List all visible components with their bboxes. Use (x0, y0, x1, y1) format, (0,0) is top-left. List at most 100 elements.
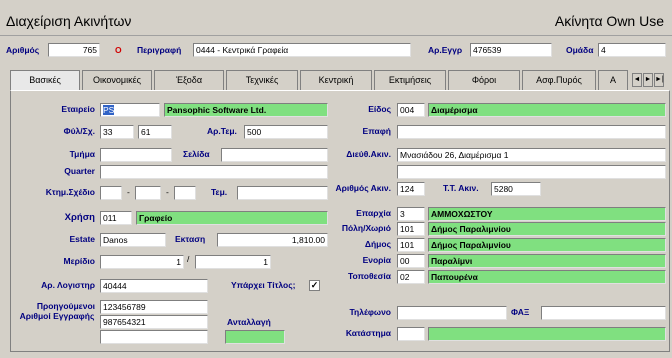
parish-label: Ενορία (362, 255, 391, 265)
reg-label: Αρ.Εγγρ (428, 45, 463, 55)
tab-valuations[interactable]: Εκτιμήσεις (374, 70, 446, 90)
section-field[interactable] (100, 148, 172, 162)
use-label: Χρήση (64, 212, 95, 223)
type-code-field[interactable]: 004 (397, 103, 425, 117)
plan-a-field[interactable] (100, 186, 122, 200)
number-label: Αριθμός (6, 45, 40, 55)
type-label: Είδος (368, 104, 391, 114)
city-label: Πόλη/Χωριό (341, 223, 391, 233)
tab-financial[interactable]: Οικονομικές (82, 70, 152, 90)
company-label: Εταιρείο (61, 104, 95, 114)
title-exists-checkbox[interactable]: ✓ (309, 280, 320, 291)
use-name-field: Γραφείο (136, 211, 328, 225)
description-field[interactable]: 0444 - Κεντρικά Γραφεία (193, 43, 411, 57)
sheet-b-field[interactable]: 61 (138, 125, 172, 139)
area-label: Εκταση (175, 234, 206, 244)
contact-label: Επαφή (362, 126, 391, 136)
store-label: Κατάστημα (345, 328, 391, 338)
app-title: Διαχείριση Ακινήτων (6, 13, 132, 29)
store-name-field (428, 327, 666, 341)
exchange-field (225, 330, 285, 344)
city-name-field: Δήμος Παραλιμνίου (428, 222, 666, 236)
plan-label: Κτημ.Σχέδιο (45, 187, 95, 197)
estate-label: Estate (69, 234, 95, 244)
parish-code-field[interactable]: 00 (397, 254, 425, 268)
basic-tab-panel: Εταιρείο PS Pansophic Software Ltd. Φύλ/… (10, 90, 670, 352)
postal-field[interactable]: 5280 (491, 182, 541, 196)
sheet-a-field[interactable]: 33 (100, 125, 134, 139)
regnum-extra-field[interactable] (100, 330, 208, 344)
fax-field[interactable] (541, 306, 666, 320)
fax-label: ΦΑΞ (511, 307, 530, 317)
tab-next-button[interactable]: ► (643, 73, 653, 87)
plot-label: Αρ.Τεμ. (207, 126, 237, 136)
postal-label: Τ.Τ. Ακιν. (443, 183, 479, 193)
locality-name-field: Παπουρένα (428, 270, 666, 284)
phone-field[interactable] (397, 306, 507, 320)
plan-dash-2: - (166, 187, 169, 197)
tab-basic[interactable]: Βασικές (10, 70, 80, 91)
tab-expenses[interactable]: Έξοδα (154, 70, 224, 90)
zero-mark: O (115, 45, 122, 55)
phone-label: Τηλέφωνο (349, 307, 392, 317)
prev-field[interactable]: 123456789 (100, 300, 208, 314)
tab-prev-button[interactable]: ◄ (632, 73, 642, 87)
city-code-field[interactable]: 101 (397, 222, 425, 236)
account-label: Αρ. Λογιστηρ (41, 280, 95, 290)
share-numerator-field[interactable]: 1 (100, 255, 184, 269)
tab-more[interactable]: Α (598, 70, 628, 90)
address-extra-field[interactable] (397, 165, 666, 179)
municipality-label: Δήμος (364, 239, 391, 249)
title-bar: Διαχείριση Ακινήτων Ακίνητα Own Use (0, 0, 672, 36)
district-label: Επαρχία (356, 208, 391, 218)
exchange-label: Ανταλλαγή (227, 317, 271, 327)
piece-label: Τεμ. (211, 187, 228, 197)
parish-name-field: Παραλίμνι (428, 254, 666, 268)
tab-taxes[interactable]: Φόροι (448, 70, 520, 90)
propnum-field[interactable]: 124 (397, 182, 425, 196)
plan-b-field[interactable] (135, 186, 161, 200)
contact-field[interactable] (397, 125, 666, 139)
address-field[interactable]: Μνασιάδου 26, Διαμέρισμα 1 (397, 148, 666, 162)
title-exists-label: Υπάρχει Τίτλος; (231, 280, 296, 290)
share-label: Μερίδιο (63, 256, 95, 266)
tab-fire-insurance[interactable]: Ασφ.Πυρός (522, 70, 596, 90)
record-header: Αριθμός 765 O Περιγραφή 0444 - Κεντρικά … (0, 36, 672, 66)
company-code-field[interactable]: PS (100, 103, 160, 117)
page-label: Σελίδα (183, 149, 210, 159)
company-name-field: Pansophic Software Ltd. (164, 103, 328, 117)
district-name-field: ΑΜΜΟΧΩΣΤΟΥ (428, 207, 666, 221)
number-field[interactable]: 765 (48, 43, 100, 57)
municipality-code-field[interactable]: 101 (397, 238, 425, 252)
use-code-field[interactable]: 011 (100, 211, 132, 225)
group-field[interactable]: 4 (598, 43, 666, 57)
app-subtitle: Ακίνητα Own Use (554, 13, 664, 29)
locality-label: Τοποθεσία (347, 271, 391, 281)
reg-field[interactable]: 476539 (470, 43, 552, 57)
share-denominator-field[interactable]: 1 (195, 255, 271, 269)
tab-technical[interactable]: Τεχνικές (226, 70, 298, 90)
locality-code-field[interactable]: 02 (397, 270, 425, 284)
type-name-field: Διαμέρισμα (428, 103, 666, 117)
district-code-field[interactable]: 3 (397, 207, 425, 221)
plan-c-field[interactable] (174, 186, 196, 200)
plan-dash-1: - (127, 187, 130, 197)
share-separator: / (187, 254, 190, 264)
address-label: Διεύθ.Ακιν. (346, 149, 391, 159)
store-code-field[interactable] (397, 327, 425, 341)
quarter-field[interactable] (100, 165, 328, 179)
group-label: Ομάδα (566, 45, 594, 55)
quarter-label: Quarter (64, 166, 95, 176)
description-label: Περιγραφή (137, 45, 182, 55)
section-label: Τμήμα (69, 149, 95, 159)
municipality-name-field: Δήμος Παραλιμνίου (428, 238, 666, 252)
tab-central[interactable]: Κεντρική (300, 70, 372, 90)
account-field[interactable]: 40444 (100, 279, 208, 293)
estate-field[interactable]: Danos (100, 233, 166, 247)
propnum-label: Αριθμός Ακιν. (335, 183, 391, 193)
prev-label: Προηγούμενοι (36, 301, 95, 311)
tab-last-button[interactable]: ►| (654, 73, 664, 87)
sheet-label: Φύλ/Σχ. (63, 126, 95, 136)
regnum-field[interactable]: 987654321 (100, 315, 208, 329)
regnum-label: Αριθμοί Εγγραφής (19, 311, 95, 321)
